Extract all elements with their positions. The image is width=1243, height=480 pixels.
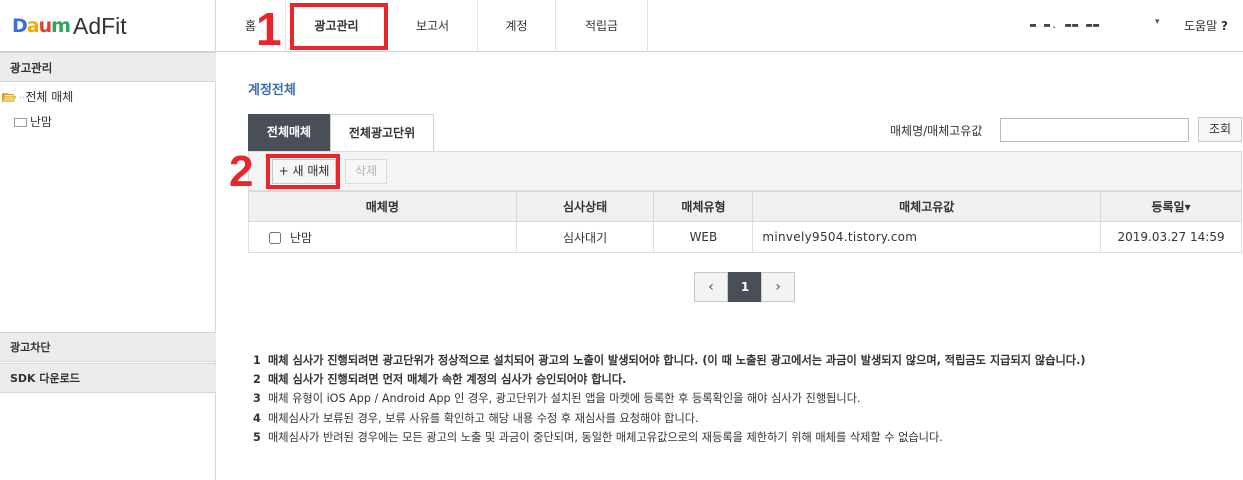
- search-label: 매체명/매체고유값: [890, 124, 983, 138]
- top-header: Daum AdFit 홈 광고관리 보고서 계정 적립금 ▬ ▬. ▬▬ ▬▬ …: [0, 0, 1243, 52]
- note-text: 매체심사가 반려된 경우에는 모든 광고의 노출 및 과금이 중단되며, 동일한…: [268, 430, 943, 444]
- cell-review-status: 심사대기: [515, 221, 655, 253]
- note-number: 3: [253, 392, 261, 406]
- note-number: 2: [253, 373, 261, 387]
- table-header-row: 매체명 심사상태 매체유형 매체고유값 등록일▾: [248, 191, 1242, 222]
- nav-report[interactable]: 보고서: [388, 0, 478, 52]
- note-item: 1 매체 심사가 진행되려면 광고단위가 정상적으로 설치되어 광고의 노출이 발…: [253, 351, 1085, 370]
- notes-list: 1 매체 심사가 진행되려면 광고단위가 정상적으로 설치되어 광고의 노출이 발…: [253, 351, 1085, 447]
- pager-page-1[interactable]: 1: [728, 272, 762, 302]
- note-number: 1: [253, 354, 261, 367]
- tree-item-nanmam[interactable]: 난맘: [14, 113, 52, 130]
- help-question-icon: ?: [1220, 19, 1228, 33]
- col-review-status[interactable]: 심사상태: [515, 191, 655, 222]
- col-media-name[interactable]: 매체명: [248, 191, 517, 222]
- user-name-masked[interactable]: ▬ ▬. ▬▬ ▬▬: [1030, 15, 1158, 37]
- note-item: 5 매체심사가 반려된 경우에는 모든 광고의 노출 및 과금이 중단되며, 동일…: [253, 428, 1085, 447]
- adfit-logo-text: AdFit: [73, 13, 127, 39]
- cell-media-name: 난맘: [248, 221, 517, 253]
- col-media-type[interactable]: 매체유형: [653, 191, 754, 222]
- note-number: 5: [253, 430, 261, 444]
- open-folder-icon: [2, 93, 16, 102]
- daum-logo-m: m: [51, 15, 71, 37]
- sidebar-section-sdk-download[interactable]: SDK 다운로드: [0, 363, 216, 393]
- annotation-highlight-new-media: [266, 154, 340, 189]
- tab-all-media[interactable]: 전체매체: [248, 114, 330, 151]
- daum-logo: Daum: [12, 15, 71, 37]
- help-link[interactable]: 도움말 ?: [1184, 17, 1228, 34]
- cell-media-type: WEB: [653, 221, 754, 253]
- cell-media-id: minvely9504.tistory.com: [752, 221, 1102, 253]
- media-table: 매체명 심사상태 매체유형 매체고유값 등록일▾ 난맘 심사대기 WEB min…: [248, 191, 1242, 253]
- user-dropdown-caret-icon[interactable]: ▾: [1155, 17, 1160, 27]
- sidebar-section-ad-block[interactable]: 광고차단: [0, 332, 216, 362]
- tab-all-ad-units[interactable]: 전체광고단위: [330, 114, 434, 151]
- nav-account[interactable]: 계정: [478, 0, 556, 52]
- note-text: 매체심사가 보류된 경우, 보류 사유를 확인하고 해당 내용 수정 후 재심사…: [268, 411, 699, 425]
- sidebar: 광고관리 ··전체 매체 난맘 광고차단 SDK 다운로드: [0, 52, 216, 480]
- daum-logo-u: u: [38, 15, 52, 37]
- page-title: 계정전체: [248, 83, 296, 98]
- pager-prev-icon[interactable]: ‹: [694, 272, 728, 302]
- annotation-step-2: 2: [229, 147, 254, 196]
- folder-icon: [14, 118, 27, 127]
- note-text: 매체 심사가 진행되려면 광고단위가 정상적으로 설치되어 광고의 노출이 발생…: [268, 354, 1086, 367]
- daum-logo-d: D: [12, 15, 28, 37]
- note-number: 4: [253, 411, 261, 425]
- annotation-highlight-nav: [290, 3, 388, 50]
- delete-button[interactable]: 삭제: [345, 159, 387, 184]
- media-name-link[interactable]: 난맘: [290, 231, 312, 245]
- row-checkbox[interactable]: [269, 231, 281, 244]
- col-media-id[interactable]: 매체고유값: [752, 191, 1102, 222]
- search-button[interactable]: 조회: [1198, 117, 1242, 142]
- table-row[interactable]: 난맘 심사대기 WEB minvely9504.tistory.com 2019…: [248, 221, 1242, 253]
- note-text: 매체 유형이 iOS App / Android App 인 경우, 광고단위가…: [268, 392, 861, 406]
- logo-area[interactable]: Daum AdFit: [0, 0, 216, 52]
- tree-item-nanmam-label: 난맘: [30, 115, 53, 129]
- daum-logo-a: a: [26, 15, 40, 37]
- tree-item-all-media[interactable]: ··전체 매체: [2, 88, 73, 105]
- col-registered-date[interactable]: 등록일▾: [1100, 191, 1242, 222]
- pager-next-icon[interactable]: ›: [761, 272, 795, 302]
- search-input[interactable]: [1000, 118, 1189, 142]
- note-item: 4 매체심사가 보류된 경우, 보류 사유를 확인하고 해당 내용 수정 후 재심…: [253, 409, 1085, 428]
- toolbar: [248, 151, 1242, 191]
- note-text: 매체 심사가 진행되려면 먼저 매체가 속한 계정의 심사가 승인되어야 합니다…: [268, 373, 627, 387]
- tree-item-all-media-label: 전체 매체: [25, 90, 74, 104]
- sidebar-section-ad-management[interactable]: 광고관리: [0, 52, 216, 82]
- nav-reward[interactable]: 적립금: [556, 0, 648, 52]
- annotation-step-1: 1: [256, 3, 282, 55]
- cell-registered-date: 2019.03.27 14:59: [1100, 221, 1242, 253]
- note-item: 3 매체 유형이 iOS App / Android App 인 경우, 광고단위…: [253, 389, 1085, 408]
- note-item: 2 매체 심사가 진행되려면 먼저 매체가 속한 계정의 심사가 승인되어야 합니…: [253, 370, 1085, 389]
- help-label: 도움말: [1184, 19, 1218, 33]
